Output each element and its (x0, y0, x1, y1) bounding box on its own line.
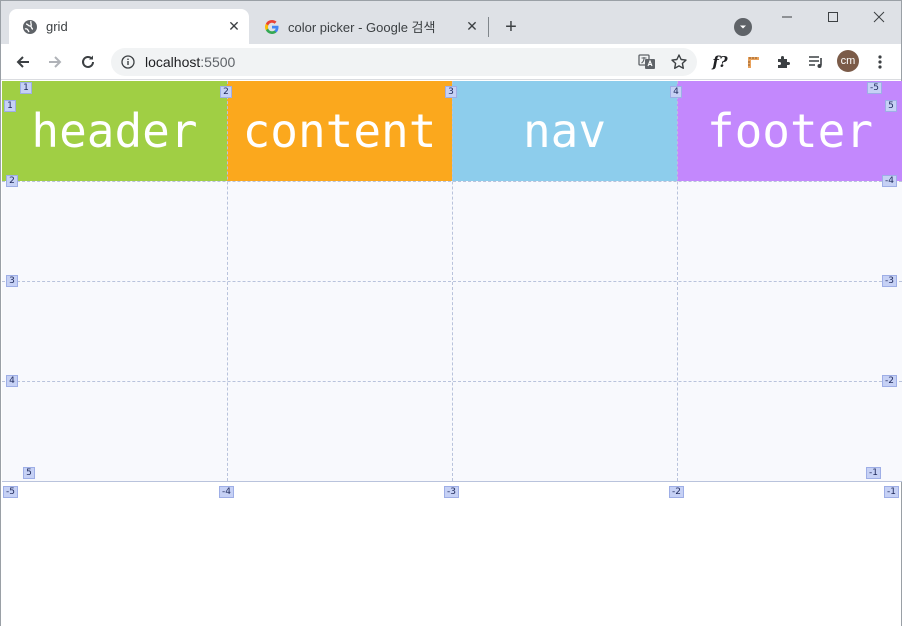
grid-line-number-badge: -2 (882, 375, 897, 387)
tab-separator (488, 17, 489, 37)
media-queue-icon[interactable] (803, 49, 829, 75)
grid-row-line (2, 281, 902, 282)
grid-line-number-badge: -3 (444, 486, 459, 498)
reload-icon[interactable] (75, 49, 101, 75)
tab-grid[interactable]: grid ✕ (9, 9, 249, 44)
grid-line-number-badge: -2 (669, 486, 684, 498)
tab-search-icon[interactable] (734, 18, 752, 36)
grid-line-number-badge: -5 (3, 486, 18, 498)
grid-item-nav: nav (452, 81, 677, 181)
grid-line-number-badge: 5 (23, 467, 35, 479)
tab-title: color picker - Google 검색 (288, 20, 436, 35)
grid-line-number-badge: -4 (219, 486, 234, 498)
grid-line-number-badge: -4 (882, 175, 897, 187)
tab-title: grid (46, 19, 68, 34)
site-info-icon[interactable] (119, 53, 137, 71)
grid-row-line (2, 381, 902, 382)
grid-line-number-badge: 4 (6, 375, 18, 387)
grid-line-number-badge: 5 (885, 100, 897, 112)
grid-line-number-badge: 4 (670, 86, 682, 98)
grid-line-number-badge: 3 (6, 275, 18, 287)
menu-kebab-icon[interactable] (867, 49, 893, 75)
grid-line-number-badge: -3 (882, 275, 897, 287)
url-port: :5500 (200, 54, 236, 70)
grid-line-number-badge: 1 (20, 82, 32, 94)
tab-color-picker[interactable]: color picker - Google 검색 ✕ (251, 9, 487, 44)
extension-font-icon[interactable]: f? (707, 49, 733, 75)
grid-line-number-badge: -5 (867, 82, 882, 94)
profile-avatar[interactable]: cm (837, 50, 859, 72)
maximize-icon[interactable] (810, 1, 856, 33)
grid-bottom-edge (2, 481, 902, 482)
new-tab-button[interactable]: + (500, 16, 522, 38)
url-text: localhost:5500 (145, 54, 235, 70)
extensions-puzzle-icon[interactable] (771, 49, 797, 75)
close-tab-icon[interactable]: ✕ (225, 18, 243, 36)
grid-line-number-badge: 3 (445, 86, 457, 98)
grid-line-number-badge: -1 (884, 486, 899, 498)
google-g-icon (264, 19, 280, 35)
close-window-icon[interactable] (856, 1, 902, 33)
minimize-icon[interactable] (764, 1, 810, 33)
url-host: localhost (145, 54, 201, 70)
grid-line-number-badge: 2 (6, 175, 18, 187)
translate-icon[interactable] (637, 52, 657, 72)
close-tab-icon[interactable]: ✕ (463, 18, 481, 36)
extension-ruler-icon[interactable] (740, 49, 766, 75)
tab-strip: grid ✕ color picker - Google 검색 ✕ + (1, 1, 901, 44)
grid-container: header content nav footer (2, 81, 902, 482)
globe-icon (22, 19, 38, 35)
back-icon[interactable] (10, 49, 36, 75)
browser-toolbar: localhost:5500 f? (1, 44, 901, 80)
forward-icon[interactable] (42, 49, 68, 75)
grid-row-line (2, 181, 902, 182)
grid-item-header: header (2, 81, 227, 181)
grid-line-number-badge: 2 (220, 86, 232, 98)
address-bar[interactable]: localhost:5500 (111, 48, 697, 76)
grid-line-number-badge: 1 (4, 100, 16, 112)
grid-item-footer: footer (677, 81, 902, 181)
grid-item-content: content (227, 81, 452, 181)
page-viewport: header content nav footer 1 2 3 4 -5 1 2… (1, 81, 902, 626)
bookmark-star-icon[interactable] (669, 52, 689, 72)
grid-line-number-badge: -1 (866, 467, 881, 479)
